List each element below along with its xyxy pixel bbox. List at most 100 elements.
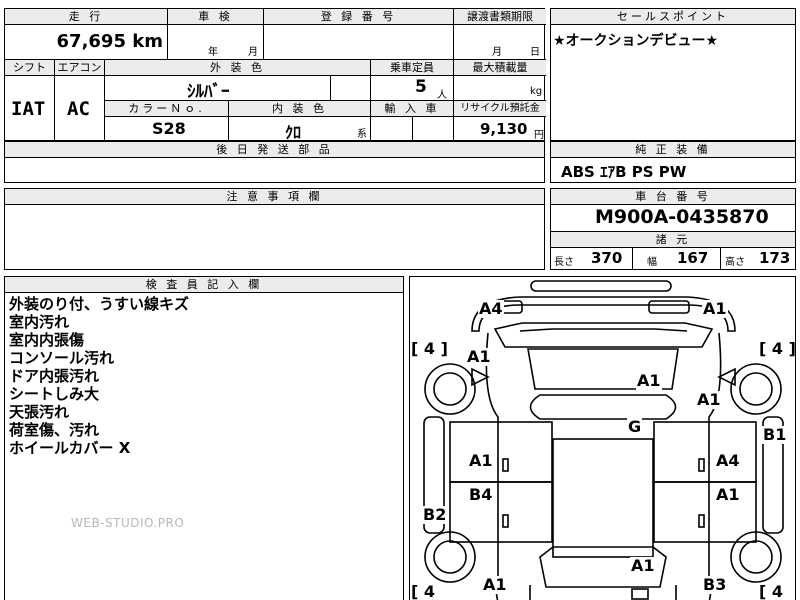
inspector-line: ホイールカバー X (9, 439, 131, 457)
sales-point-value: ★オークションデビュー★ (553, 33, 719, 49)
mileage-value: 67,695 km (57, 31, 163, 52)
later-parts-box: 後 日 発 送 部 品 (4, 141, 545, 183)
front-grille-shape (530, 280, 672, 292)
inspection-year-label: 年 (208, 47, 218, 58)
door-handle-shape (698, 458, 705, 472)
recycle-cell: リサイクル預託金 9,130 円 (454, 101, 546, 141)
grade-front-right-bumper: A1 (702, 299, 728, 318)
grade-left-skirt: B2 (422, 505, 448, 524)
front-right-hub-shape (739, 372, 773, 406)
equipment-value: ABS ｴｱB PS PW (561, 163, 687, 181)
inspection-cell: 車 検 年 月 (168, 9, 264, 60)
transfer-month-label: 月 (492, 47, 502, 58)
chassis-value: M900A-0435870 (595, 206, 769, 228)
exterior-color-divider (330, 75, 331, 100)
grade-front-right-door: A4 (715, 451, 741, 470)
grade-rear-right-door: A1 (715, 485, 741, 504)
inspector-line: 天張汚れ (9, 403, 70, 421)
mileage-unit: km (132, 31, 163, 52)
interior-color-header: 内 装 色 (229, 101, 370, 117)
import-divider (412, 116, 413, 141)
grade-hood: A1 (636, 371, 662, 390)
specs-row: 長さ 370 幅 167 高さ 173 (551, 247, 795, 270)
inspector-header: 検 査 員 記 入 欄 (5, 277, 403, 293)
color-no-cell: カラーＮｏ. S28 (105, 101, 229, 141)
roof-shape (552, 438, 654, 558)
front-right-door-shape (653, 421, 757, 483)
right-headlight-shape (648, 300, 690, 314)
grade-rear-right-quarter: B3 (702, 575, 728, 594)
inspector-line: 室内内張傷 (9, 331, 85, 349)
rear-left-door-shape (449, 481, 553, 543)
registration-header: 登 録 番 号 (264, 9, 453, 25)
max-load-cell: 最大積載量 kg (454, 60, 546, 101)
exterior-color-cell: 外 装 色 ｼﾙﾊﾞｰ (105, 60, 371, 101)
specs-header: 諸 元 (551, 231, 795, 248)
color-no-header: カラーＮｏ. (105, 101, 228, 117)
inspector-box: 検 査 員 記 入 欄 外装のり付、うすい線キズ 室内汚れ 室内内張傷 コンソー… (4, 276, 404, 600)
transfer-header: 譲渡書類期限 (454, 9, 546, 25)
shift-header: シフト (5, 60, 54, 76)
grade-roof: G (627, 417, 643, 436)
spec-height-value: 173 (759, 249, 791, 267)
sales-point-box: セールスポイント ★オークションデビュー★ (550, 8, 796, 141)
grade-front-left-door: A1 (468, 451, 494, 470)
inspector-line: 荷室傷、汚れ (9, 421, 100, 439)
exterior-color-value: ｼﾙﾊﾞｰ (187, 82, 230, 101)
inspection-month-label: 月 (248, 47, 258, 58)
mileage-header: 走 行 (5, 9, 167, 25)
grade-rear-left-door: B4 (468, 485, 494, 504)
tire-rear-left-label: [ 4 (411, 582, 436, 600)
notes-box: 注 意 事 項 欄 (4, 188, 545, 270)
color-no-value: S28 (152, 119, 186, 138)
spec-height-label: 高さ (725, 257, 745, 268)
max-load-header: 最大積載量 (454, 60, 546, 76)
tire-front-left-label: [ 4 ] (411, 339, 448, 358)
aircon-header: エアコン (55, 60, 104, 76)
spec-width: 幅 167 (633, 247, 721, 270)
tire-front-right-label: [ 4 ] (759, 339, 796, 358)
shift-cell: シフト IAT (5, 60, 55, 141)
spec-height: 高さ 173 (721, 247, 797, 270)
grade-left-fender: A1 (466, 347, 492, 366)
front-right-wheel-shape (730, 363, 782, 415)
chassis-header: 車 台 番 号 (551, 189, 795, 205)
recycle-header: リサイクル預託金 (454, 101, 546, 117)
hood-shape (493, 322, 714, 348)
watermark: WEB-STUDIO.PRO (71, 516, 185, 530)
hood-line-shape (519, 328, 688, 332)
later-parts-header: 後 日 発 送 部 品 (5, 142, 544, 158)
spec-length-value: 370 (591, 249, 623, 267)
door-handle-shape (502, 514, 509, 528)
front-roof-shape (529, 394, 677, 420)
notes-header: 注 意 事 項 欄 (5, 189, 544, 205)
tire-rear-right-label: [ 4 (759, 582, 784, 600)
inspector-line: コンソール汚れ (9, 349, 115, 367)
rear-lamp-shape (631, 588, 649, 600)
inspection-header: 車 検 (168, 9, 263, 25)
door-handle-shape (698, 514, 705, 528)
inspector-lines: 外装のり付、うすい線キズ 室内汚れ 室内内張傷 コンソール汚れ ドア内張汚れ シ… (9, 295, 189, 457)
equipment-box: 純 正 装 備 ABS ｴｱB PS PW (550, 141, 796, 183)
equipment-header: 純 正 装 備 (551, 142, 795, 158)
mileage-number: 67,695 (56, 31, 126, 52)
capacity-value: 5 (415, 77, 427, 97)
interior-color-value: ｸﾛ (285, 123, 302, 141)
exterior-color-header: 外 装 色 (105, 60, 370, 76)
door-handle-shape (502, 458, 509, 472)
chassis-box: 車 台 番 号 M900A-0435870 諸 元 長さ 370 幅 167 高… (550, 188, 796, 270)
recycle-value: 9,130 (480, 120, 528, 138)
rear-right-door-shape (653, 481, 757, 543)
inspector-line: 外装のり付、うすい線キズ (9, 295, 190, 313)
inspector-line: ドア内張汚れ (9, 367, 100, 385)
transfer-day-label: 日 (530, 47, 540, 58)
interior-color-suffix: 系 (357, 129, 367, 140)
sales-point-header: セールスポイント (551, 9, 795, 25)
front-left-wheel-shape (424, 363, 476, 415)
recycle-unit: 円 (534, 130, 544, 141)
import-cell: 輸 入 車 (371, 101, 454, 141)
spec-length-label: 長さ (554, 257, 574, 268)
registration-cell: 登 録 番 号 (264, 9, 454, 60)
grade-rear-window: A1 (630, 556, 656, 575)
shift-value: IAT (11, 98, 46, 120)
